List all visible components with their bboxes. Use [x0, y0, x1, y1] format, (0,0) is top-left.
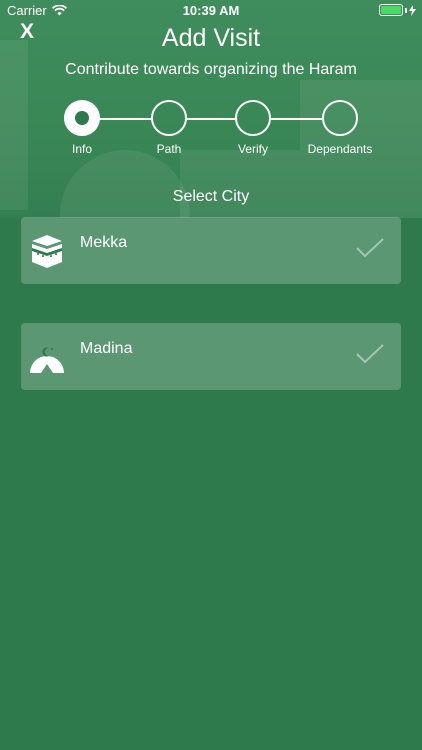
city-option-madina[interactable]: Madina: [21, 323, 401, 390]
step-label: Info: [71, 142, 92, 156]
step-circle: [235, 100, 271, 136]
arcade-silhouette: [180, 150, 300, 218]
select-city-heading: Select City: [172, 188, 250, 205]
step-path[interactable]: Path: [124, 100, 214, 156]
city-name: Mekka: [80, 234, 128, 251]
battery-level: [381, 6, 401, 14]
progress-stepper: Info Path Verify Dependants: [0, 100, 422, 160]
page-subtitle: Contribute towards organizing the Haram: [65, 61, 357, 78]
step-circle: [151, 100, 187, 136]
battery-indicator: [379, 4, 416, 16]
bolt-icon: [409, 4, 416, 16]
status-time: 10:39 AM: [182, 3, 240, 18]
step-dependants[interactable]: Dependants: [295, 100, 385, 156]
battery-tip: [405, 7, 407, 13]
city-option-mekka[interactable]: Mekka: [21, 217, 401, 284]
step-circle-active: [64, 100, 100, 136]
city-name: Madina: [80, 340, 133, 357]
step-label: Dependants: [307, 142, 373, 156]
step-info[interactable]: Info: [37, 100, 127, 156]
dome-silhouette: [60, 150, 190, 218]
battery-icon: [379, 4, 403, 16]
checkmark-icon: [356, 238, 384, 258]
step-verify[interactable]: Verify: [208, 100, 298, 156]
step-circle: [322, 100, 358, 136]
mosque-dome-icon: [30, 347, 64, 373]
step-label: Path: [156, 142, 182, 156]
status-bar: Carrier 10:39 AM: [0, 0, 422, 22]
checkmark-icon: [356, 344, 384, 364]
step-dot: [75, 111, 89, 125]
kaaba-icon: [32, 235, 62, 268]
step-label: Verify: [237, 142, 268, 156]
page-title: Add Visit: [161, 24, 261, 52]
